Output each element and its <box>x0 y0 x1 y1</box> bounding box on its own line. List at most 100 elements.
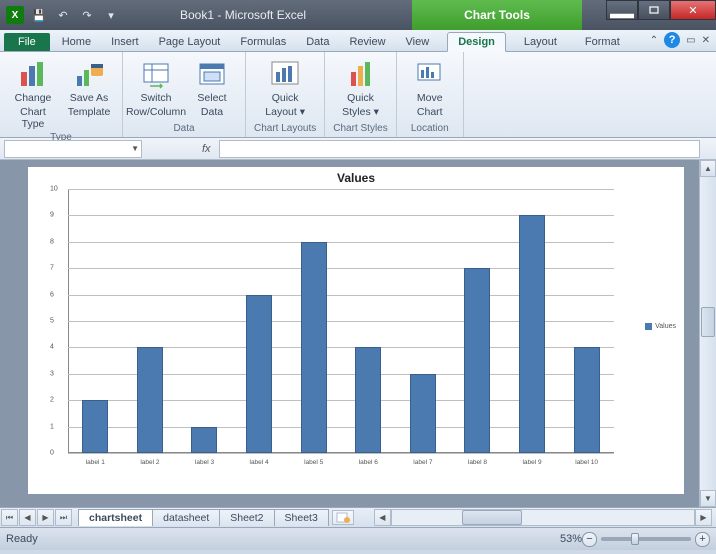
chart-bar[interactable] <box>464 268 490 453</box>
help-icon[interactable]: ? <box>664 32 680 48</box>
bar-slot: label 5 <box>286 189 341 453</box>
sheet-tab-sheet2[interactable]: Sheet2 <box>219 509 274 526</box>
sheet-nav-last[interactable]: ⏭ <box>55 509 72 526</box>
horizontal-scrollbar[interactable]: ◀ ▶ <box>374 509 712 526</box>
redo-icon[interactable]: ↷ <box>76 4 98 26</box>
hscroll-right[interactable]: ▶ <box>695 509 712 526</box>
window-title: Book1 - Microsoft Excel <box>180 8 306 22</box>
scroll-thumb[interactable] <box>701 307 715 337</box>
name-box-dropdown-icon[interactable]: ▼ <box>131 144 139 153</box>
scroll-track[interactable] <box>700 177 716 490</box>
save-as-template-button[interactable]: Save As Template <box>64 56 114 130</box>
excel-icon[interactable]: X <box>4 4 26 26</box>
chart-bar[interactable] <box>519 215 545 453</box>
minimize-ribbon-icon[interactable]: ⌃ <box>650 35 658 46</box>
new-sheet-button[interactable] <box>332 510 354 525</box>
zoom-percent[interactable]: 53% <box>560 533 582 545</box>
ribbon-tabs: File Home Insert Page Layout Formulas Da… <box>0 30 716 52</box>
scroll-down-button[interactable]: ▼ <box>700 490 716 507</box>
x-tick-label: label 6 <box>359 459 378 466</box>
formula-bar: ▼ fx <box>0 138 716 160</box>
sheet-tab-sheet3[interactable]: Sheet3 <box>274 509 329 526</box>
tab-formulas[interactable]: Formulas <box>230 33 296 51</box>
hscroll-left[interactable]: ◀ <box>374 509 391 526</box>
select-data-button[interactable]: Select Data <box>187 56 237 121</box>
tab-format[interactable]: Format <box>575 33 630 51</box>
group-label-data: Data <box>173 121 194 137</box>
zoom-slider[interactable]: − + <box>582 532 710 547</box>
tab-layout[interactable]: Layout <box>514 33 567 51</box>
chart-bars: label 1label 2label 3label 4label 5label… <box>68 189 614 453</box>
window-controls: ✕ <box>606 0 716 20</box>
tab-review[interactable]: Review <box>339 33 395 51</box>
ribbon-group-chart-layouts: Quick Layout ▾ Chart Layouts <box>246 52 325 137</box>
vertical-scrollbar[interactable]: ▲ ▼ <box>699 160 716 507</box>
fx-label[interactable]: fx <box>142 143 219 155</box>
gridline <box>68 453 614 454</box>
y-tick-label: 7 <box>50 265 54 272</box>
chart-legend[interactable]: Values <box>645 323 676 330</box>
chart-bar[interactable] <box>246 295 272 453</box>
x-tick-label: label 8 <box>468 459 487 466</box>
tab-insert[interactable]: Insert <box>101 33 149 51</box>
y-tick-label: 1 <box>50 423 54 430</box>
tab-data[interactable]: Data <box>296 33 339 51</box>
quick-layout-button[interactable]: Quick Layout ▾ <box>260 56 310 121</box>
tab-page-layout[interactable]: Page Layout <box>149 33 231 51</box>
status-bar: Ready 53% − + <box>0 528 716 550</box>
chart-bar[interactable] <box>82 400 108 453</box>
chart-sheet[interactable]: Values 012345678910 label 1label 2label … <box>27 166 685 495</box>
ribbon: Change Chart Type Save As Template Type … <box>0 52 716 138</box>
zoom-in-button[interactable]: + <box>695 532 710 547</box>
ribbon-group-location: Move Chart Location <box>397 52 464 137</box>
sheet-nav-prev[interactable]: ◀ <box>19 509 36 526</box>
chart-bar[interactable] <box>191 427 217 453</box>
tab-design[interactable]: Design <box>447 32 506 52</box>
y-tick-label: 10 <box>50 186 58 193</box>
template-icon <box>73 58 105 90</box>
sheet-tab-datasheet[interactable]: datasheet <box>152 509 220 526</box>
workbook-close-icon[interactable]: ✕ <box>702 35 710 46</box>
select-data-icon <box>196 58 228 90</box>
formula-input[interactable] <box>219 140 700 158</box>
zoom-out-button[interactable]: − <box>582 532 597 547</box>
quick-styles-button[interactable]: Quick Styles ▾ <box>336 56 386 121</box>
x-tick-label: label 3 <box>195 459 214 466</box>
save-icon[interactable]: 💾 <box>28 4 50 26</box>
chart-bar[interactable] <box>574 347 600 453</box>
tab-view[interactable]: View <box>396 33 440 51</box>
chart-bar[interactable] <box>301 242 327 453</box>
chart-bar[interactable] <box>137 347 163 453</box>
switch-row-column-button[interactable]: Switch Row/Column <box>131 56 181 121</box>
minimize-button[interactable] <box>606 0 638 20</box>
hscroll-track[interactable] <box>391 509 695 526</box>
zoom-thumb[interactable] <box>631 533 639 545</box>
close-button[interactable]: ✕ <box>670 0 716 20</box>
y-tick-label: 3 <box>50 370 54 377</box>
qat-customize-icon[interactable]: ▾ <box>100 4 122 26</box>
bar-slot: label 10 <box>559 189 614 453</box>
sheet-tab-chartsheet[interactable]: chartsheet <box>78 509 153 526</box>
workbook-restore-icon[interactable]: ▭ <box>686 35 695 46</box>
tab-home[interactable]: Home <box>52 33 101 51</box>
y-tick-label: 6 <box>50 291 54 298</box>
maximize-button[interactable] <box>638 0 670 20</box>
chart-bar[interactable] <box>410 374 436 453</box>
change-chart-type-button[interactable]: Change Chart Type <box>8 56 58 130</box>
undo-icon[interactable]: ↶ <box>52 4 74 26</box>
sheet-nav-first[interactable]: ⏮ <box>1 509 18 526</box>
ribbon-group-chart-styles: Quick Styles ▾ Chart Styles <box>325 52 396 137</box>
x-tick-label: label 5 <box>304 459 323 466</box>
zoom-track[interactable] <box>601 537 691 541</box>
chart-bar[interactable] <box>355 347 381 453</box>
scroll-up-button[interactable]: ▲ <box>700 160 716 177</box>
chart-title[interactable]: Values <box>28 167 684 185</box>
chart-plot-area[interactable]: 012345678910 label 1label 2label 3label … <box>68 189 614 469</box>
y-tick-label: 0 <box>50 450 54 457</box>
name-box[interactable]: ▼ <box>4 140 142 158</box>
sheet-nav-next[interactable]: ▶ <box>37 509 54 526</box>
tab-file[interactable]: File <box>4 33 50 51</box>
hscroll-thumb[interactable] <box>462 510 522 525</box>
move-chart-button[interactable]: Move Chart <box>405 56 455 121</box>
status-text: Ready <box>6 533 38 545</box>
